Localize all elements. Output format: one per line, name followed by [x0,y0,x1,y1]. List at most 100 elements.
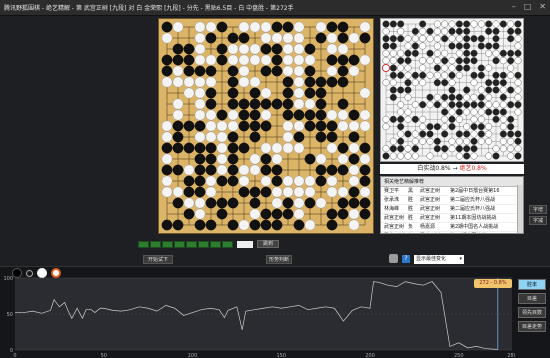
back-10-button[interactable] [150,240,161,248]
white-stone [172,98,184,110]
white-stone [389,137,397,145]
black-stone [463,101,471,109]
font-decrease-button[interactable]: 字减 [529,216,547,225]
black-stone [161,21,173,33]
black-stone [404,49,412,57]
black-stone [426,130,434,138]
position-analysis-button[interactable]: 形势判断 [266,255,292,264]
white-stone [507,152,515,160]
variation-dropdown[interactable]: 显示最佳变化 ▾ [414,255,464,264]
commentary-header: 相关绝艺精解推荐 [381,177,523,187]
black-stone [337,54,349,66]
forward-5-button[interactable] [198,240,209,248]
black-stone [249,98,261,110]
black-stone [194,153,206,165]
try-moves-button[interactable]: 开始试下 [143,255,173,264]
white-stone [507,20,515,28]
commentary-row[interactable]: 武宫正树胜武宫正树 第11期本因坊战挑战 [381,214,523,223]
forward-10-button[interactable] [210,240,221,248]
white-stone [485,49,493,57]
white-stone [249,21,261,33]
white-stone [397,130,405,138]
black-stone [463,42,471,50]
white-stone [282,186,294,198]
back-5-button[interactable] [162,240,173,248]
dropdown-label: 显示最佳变化 [416,256,447,262]
back-button[interactable] [174,240,185,248]
go-board[interactable] [158,18,374,234]
black-stone [426,27,434,35]
black-stone [205,219,217,231]
white-stone [470,20,478,28]
black-stone [161,219,173,231]
black-stone [477,35,485,43]
close-button[interactable]: ✕ [539,3,546,11]
commentary-cell: 张承洙 [384,197,400,203]
white-stone [492,101,500,109]
white-stone [326,175,338,187]
white-stone [282,32,294,44]
white-stone [499,86,507,94]
black-stone [441,130,449,138]
black-stone [507,27,515,35]
black-stone [304,153,316,165]
white-stone [433,42,441,50]
commentary-row[interactable]: 林海峰 胜武宫正树 第二届应氏杯八强战 [381,205,523,214]
white-stone [238,65,250,77]
black-stone [348,54,360,66]
white-stone [260,175,272,187]
commentary-cell: 胜 [408,206,414,212]
commentary-row[interactable]: 赛卫平 黑武宫正树 第2届中日擂台赛第16 [381,187,523,196]
score-tab[interactable]: 目差 [518,293,546,304]
move-number-input[interactable] [237,240,253,248]
white-stone [441,123,449,131]
commentary-cell: 杨嘉源 [420,224,436,230]
minimize-button[interactable]: – [512,3,516,11]
last-move-button[interactable] [222,240,233,248]
commentary-scrollbar[interactable] [517,185,523,233]
ai-preview-board[interactable] [380,18,524,162]
jump-button[interactable]: 跳到 [257,240,280,248]
black-stone [282,87,294,99]
black-stone [397,86,405,94]
commentary-row[interactable]: 武宫正树负武宫正树第10期本因坊战 [381,232,523,233]
white-stone [455,152,463,160]
maximize-button[interactable]: □ [524,3,532,11]
black-stone [441,108,449,116]
board-grid[interactable] [159,19,373,233]
font-increase-button[interactable]: 字增 [529,205,547,214]
score-trend-tab[interactable]: 目差走势 [518,321,546,332]
commentary-row[interactable]: 张承洙 胜武宫正树 第二届应氏杯八强战 [381,196,523,205]
x-tick-label: 200 [365,353,375,358]
black-stone [433,123,441,131]
first-move-button[interactable] [138,240,149,248]
black-stone [183,175,195,187]
black-stone [507,57,515,65]
white-stone [282,65,294,77]
black-stone [238,32,250,44]
white-stone [238,164,250,176]
white-stone [238,54,250,66]
like-icon[interactable] [389,254,398,263]
black-stone [260,120,272,132]
white-stone [348,175,360,187]
white-stone [326,109,338,121]
winrate-chart[interactable]: 050100050100150200250280 [0,270,515,358]
black-stone [397,35,405,43]
white-stone [397,152,405,160]
white-stone [183,197,195,209]
white-stone [499,57,507,65]
forward-button[interactable] [186,240,197,248]
help-icon[interactable]: ? [402,255,410,263]
black-stone [455,57,463,65]
black-stone [463,20,471,28]
white-stone [455,137,463,145]
black-stone [492,86,500,94]
lead-tab[interactable]: 领先目数 [518,307,546,318]
win-rate-tab[interactable]: 胜率 [518,279,546,290]
commentary-row[interactable]: 武宫正树负杨嘉源 第2期中国名人战挑战 [381,223,523,232]
white-stone [326,43,338,55]
black-stone [389,93,397,101]
white-stone [419,57,427,65]
black-stone [304,87,316,99]
